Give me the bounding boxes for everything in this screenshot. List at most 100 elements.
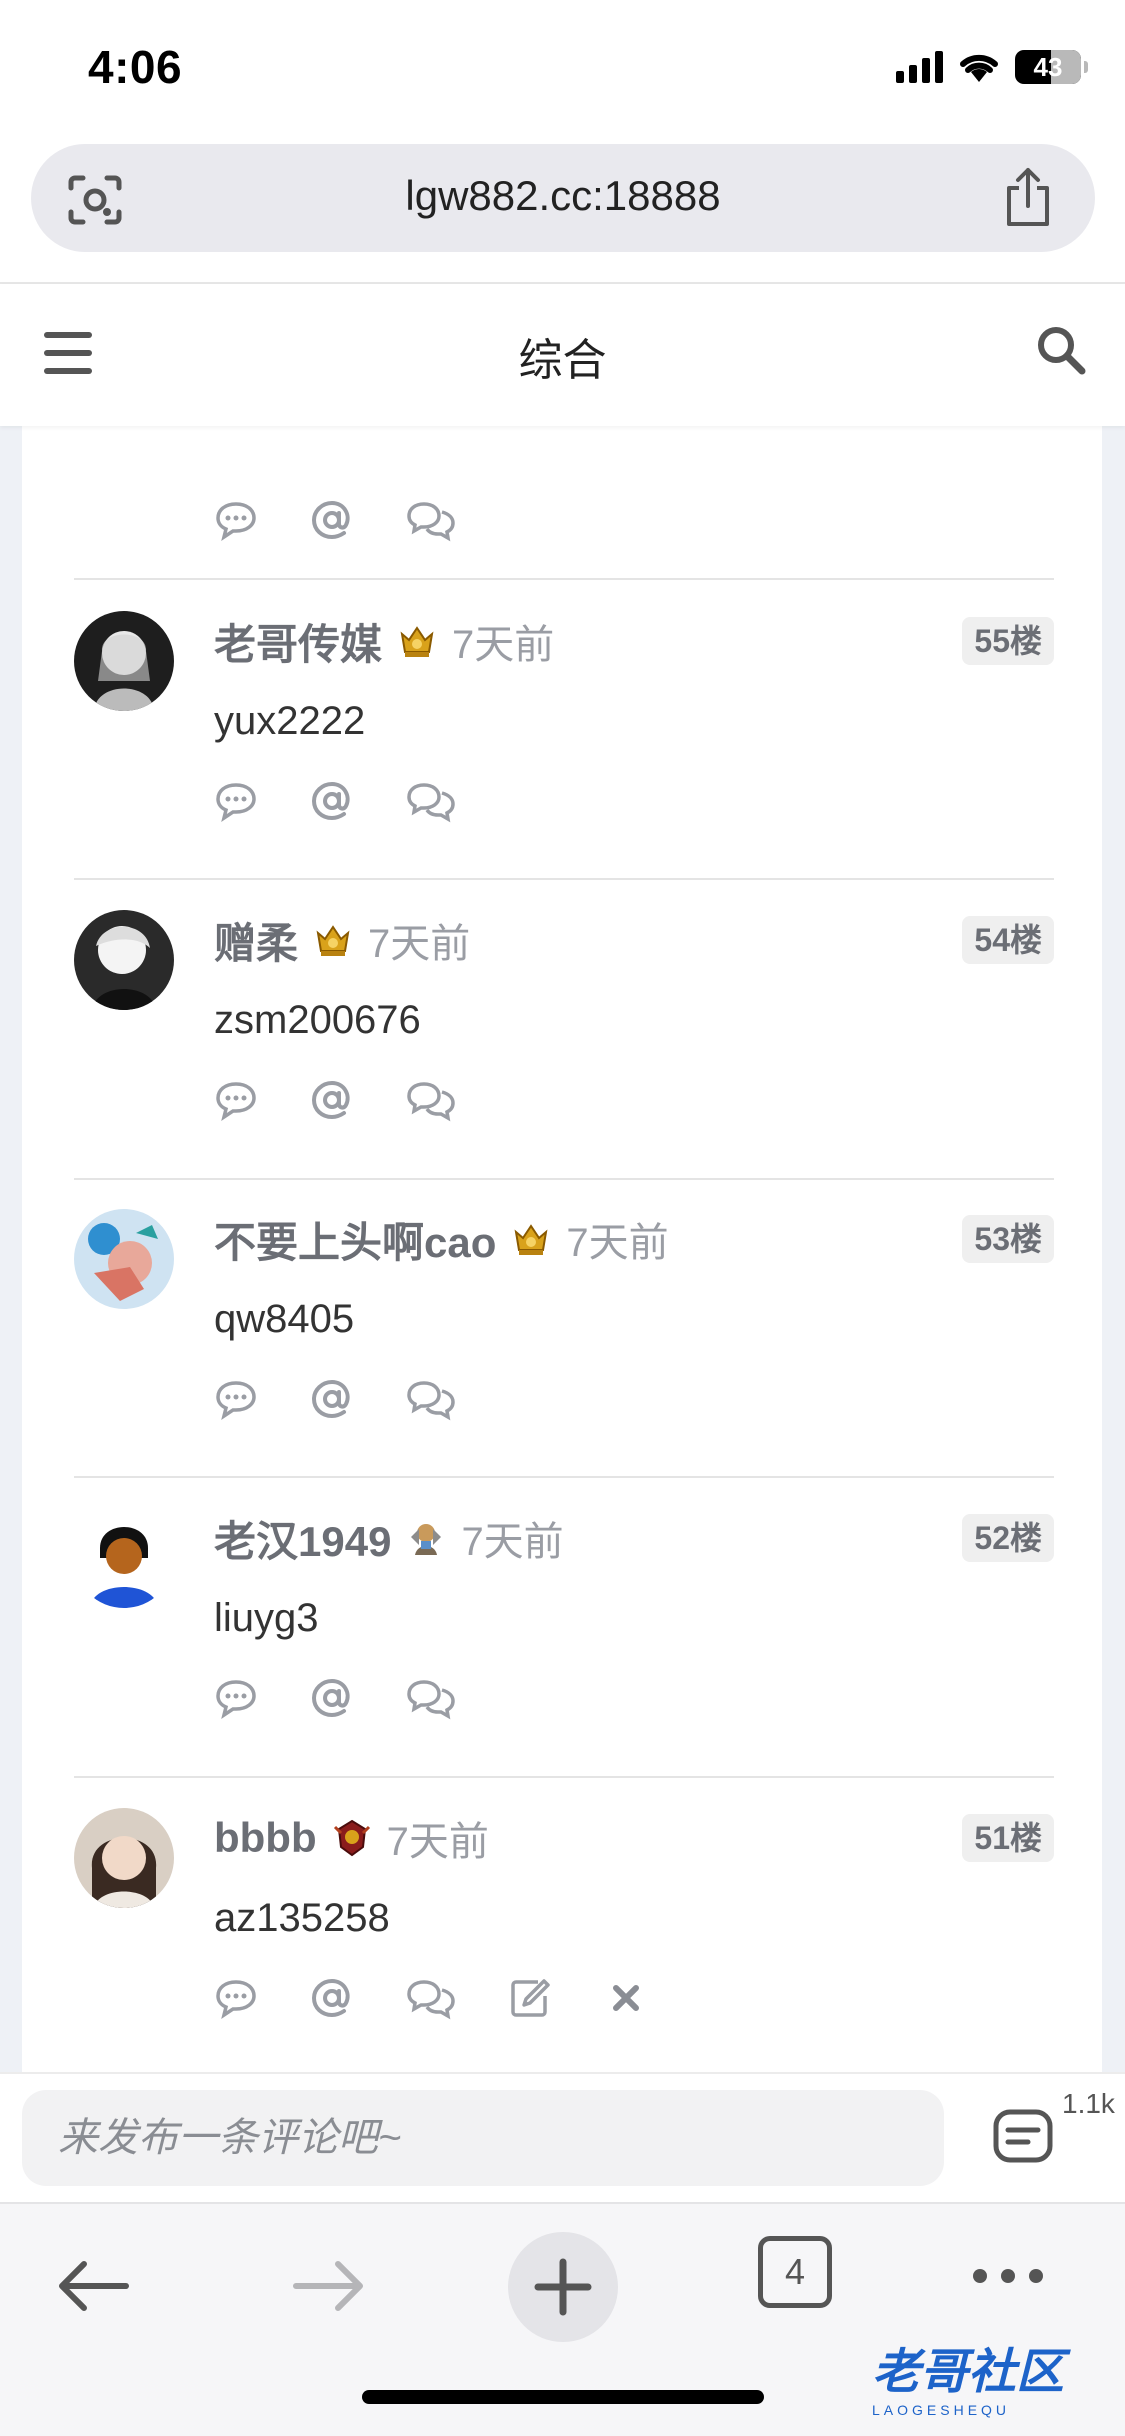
quote-reply-icon[interactable]	[406, 1976, 456, 2020]
post-actions	[214, 1676, 456, 1720]
list-item: 老哥传媒 7天前 55楼 yux2222	[74, 611, 1054, 911]
post-actions	[214, 1078, 456, 1122]
post-header: 赠柔 7天前	[214, 910, 470, 970]
floor-badge: 54楼	[962, 916, 1054, 964]
list-item: hc0214	[74, 426, 1054, 542]
quote-reply-icon[interactable]	[406, 779, 456, 823]
post-body: yux2222	[214, 699, 366, 743]
list-item: bbbb 7天前 51楼 az135258	[74, 1808, 1054, 2072]
reply-icon[interactable]	[214, 1377, 258, 1421]
post-header: 不要上头啊cao 7天前	[214, 1209, 669, 1269]
post-body: zsm200676	[214, 998, 421, 1042]
status-bar: 4:06 43	[0, 0, 1125, 135]
username[interactable]: 赠柔	[214, 910, 298, 971]
mention-icon[interactable]	[310, 498, 354, 542]
post-time: 7天前	[566, 1221, 669, 1265]
reply-icon[interactable]	[214, 1976, 258, 2020]
post-body: az135258	[214, 1896, 390, 1940]
quote-reply-icon[interactable]	[406, 498, 456, 542]
post-header: 老哥传媒 7天前	[214, 611, 554, 671]
back-arrow-icon[interactable]	[56, 2256, 132, 2316]
post-body: qw8405	[214, 1297, 355, 1341]
plus-icon	[534, 2258, 592, 2316]
battery-icon: 43	[1015, 50, 1088, 84]
floor-badge: 52楼	[962, 1514, 1054, 1562]
mention-icon[interactable]	[310, 779, 354, 823]
delete-icon[interactable]	[604, 1976, 648, 2020]
post-time: 7天前	[368, 922, 471, 966]
post-time: 7天前	[386, 1820, 489, 1864]
post-actions	[214, 1976, 648, 2020]
forward-arrow-icon[interactable]	[290, 2256, 366, 2316]
list-item: 不要上头啊cao 7天前 53楼 qw8405	[74, 1209, 1054, 1509]
comment-bar: 来发布一条评论吧~ 1.1k	[0, 2072, 1125, 2200]
post-actions	[214, 1377, 456, 1421]
edit-icon[interactable]	[508, 1976, 552, 2020]
address-bar[interactable]: lgw882.cc:18888	[31, 144, 1095, 252]
status-time: 4:06	[88, 41, 183, 93]
mention-icon[interactable]	[310, 1078, 354, 1122]
username[interactable]: 不要上头啊cao	[214, 1209, 496, 1270]
post-header: 老汉1949 7天前	[214, 1508, 564, 1568]
post-body: liuyg3	[214, 1596, 319, 1640]
reply-icon[interactable]	[214, 1676, 258, 1720]
mention-icon[interactable]	[310, 1676, 354, 1720]
divider	[74, 1476, 1054, 1478]
username[interactable]: 老哥传媒	[214, 611, 382, 672]
url-text[interactable]: lgw882.cc:18888	[31, 172, 1095, 220]
divider	[74, 1776, 1054, 1778]
search-icon[interactable]	[1035, 324, 1087, 376]
list-item: 赠柔 7天前 54楼 zsm200676	[74, 910, 1054, 1210]
reply-icon[interactable]	[214, 498, 258, 542]
home-indicator[interactable]	[362, 2390, 764, 2404]
username[interactable]: 老汉1949	[214, 1508, 391, 1569]
avatar[interactable]	[74, 1508, 174, 1608]
comment-input[interactable]: 来发布一条评论吧~	[22, 2090, 944, 2186]
warrior-badge-icon	[411, 1524, 442, 1555]
avatar[interactable]	[74, 611, 174, 711]
mention-icon[interactable]	[310, 1976, 354, 2020]
gold-crown-badge-icon	[316, 925, 350, 956]
new-tab-button[interactable]	[508, 2232, 618, 2342]
comments-icon[interactable]	[992, 2108, 1054, 2166]
avatar[interactable]	[74, 1808, 174, 1908]
share-icon[interactable]	[1001, 166, 1055, 228]
post-time: 7天前	[461, 1520, 564, 1564]
list-item: 老汉1949 7天前 52楼 liuyg3	[74, 1508, 1054, 1808]
app-header: 综合	[0, 284, 1125, 426]
more-options-icon[interactable]	[970, 2266, 1046, 2286]
wifi-icon	[960, 54, 998, 82]
watermark-text: 老哥社区	[872, 2346, 1065, 2399]
quote-reply-icon[interactable]	[406, 1676, 456, 1720]
red-crest-badge-icon	[333, 1819, 370, 1857]
comment-count: 1.1k	[1062, 2088, 1115, 2119]
status-icons: 43	[896, 50, 1088, 84]
gold-crown-badge-icon	[514, 1224, 548, 1255]
floor-badge: 53楼	[962, 1215, 1054, 1263]
comment-list: hc0214 老哥传媒 7天前 55楼 yux2222 赠柔	[22, 426, 1102, 2072]
watermark-logo: 老哥社区 LAOGESHEQU	[872, 2332, 1112, 2418]
mention-icon[interactable]	[310, 1377, 354, 1421]
reply-icon[interactable]	[214, 1078, 258, 1122]
page-title: 综合	[518, 336, 607, 385]
divider	[74, 1178, 1054, 1180]
quote-reply-icon[interactable]	[406, 1377, 456, 1421]
post-time: 7天前	[452, 623, 555, 667]
floor-badge: 51楼	[962, 1814, 1054, 1862]
divider	[74, 578, 1054, 580]
reply-icon[interactable]	[214, 779, 258, 823]
post-header: bbbb 7天前	[214, 1808, 489, 1868]
post-actions	[214, 498, 456, 542]
cellular-signal-icon	[896, 51, 943, 83]
quote-reply-icon[interactable]	[406, 1078, 456, 1122]
avatar[interactable]	[74, 1209, 174, 1309]
watermark-subtext: LAOGESHEQU	[872, 2402, 1011, 2418]
tabs-button[interactable]: 4	[758, 2236, 832, 2308]
floor-badge: 55楼	[962, 617, 1054, 665]
post-actions	[214, 779, 456, 823]
username[interactable]: bbbb	[214, 1814, 317, 1862]
avatar[interactable]	[74, 910, 174, 1010]
battery-level: 43	[1033, 51, 1063, 82]
gold-crown-badge-icon	[400, 626, 434, 657]
post-body: hc0214	[214, 426, 345, 431]
